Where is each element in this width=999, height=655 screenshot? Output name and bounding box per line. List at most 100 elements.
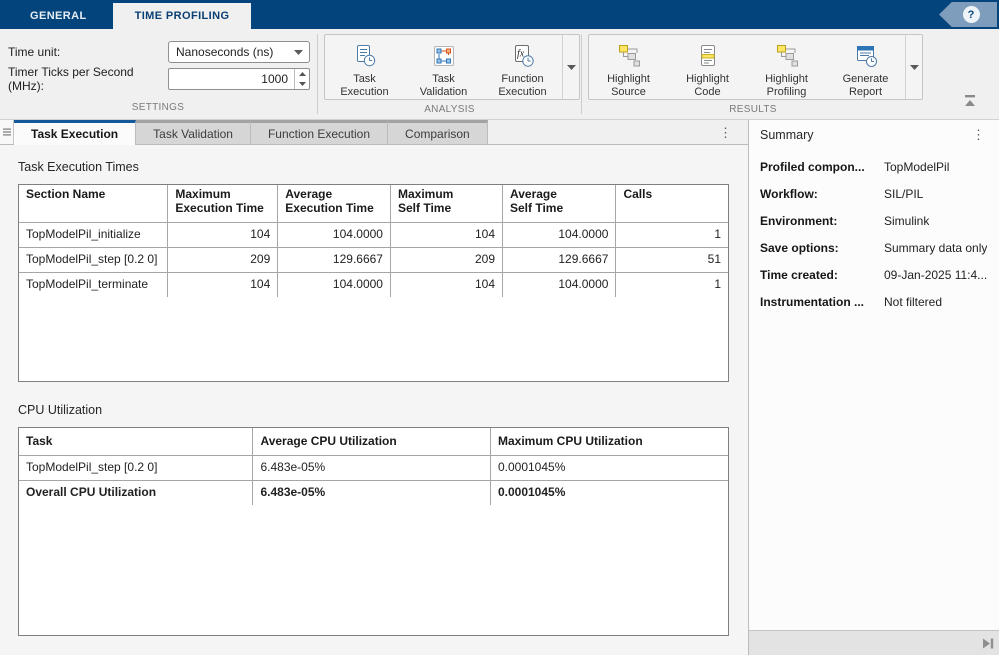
highlight-source-button[interactable]: Highlight Source	[589, 35, 668, 99]
task-execution-icon	[352, 43, 378, 69]
highlight-code-label-1: Highlight	[686, 73, 729, 86]
spinner-up-icon	[299, 72, 306, 76]
toolstrip-tab-time-profiling-label: TIME PROFILING	[135, 10, 230, 22]
tab-task-validation-label: Task Validation	[153, 127, 233, 141]
col-task[interactable]: Task	[19, 428, 253, 455]
task-validation-label-2: Validation	[420, 86, 468, 99]
ribbon-divider	[317, 34, 318, 114]
settings-group: Time unit: Nanoseconds (ns) Timer Ticks …	[0, 29, 316, 119]
spinner-up-button[interactable]	[295, 69, 309, 79]
collapse-toolstrip-button[interactable]	[962, 94, 978, 112]
app-window: GENERAL TIME PROFILING ? Time unit: Nano…	[0, 0, 999, 655]
summary-header: Summary ⋮	[749, 120, 999, 146]
toolstrip-titlebar: GENERAL TIME PROFILING ?	[0, 0, 999, 29]
analysis-body: Task Execution Task	[319, 29, 580, 104]
summary-options-button[interactable]: ⋮	[968, 127, 989, 142]
task-validation-button[interactable]: Task Validation	[404, 35, 483, 99]
spinner-down-icon	[299, 82, 306, 86]
table-row[interactable]: TopModelPil_terminate 104 104.0000 104 1…	[19, 272, 728, 297]
highlight-code-label-2: Code	[694, 86, 720, 99]
col-max-self-time[interactable]: MaximumSelf Time	[390, 185, 502, 222]
results-body: Highlight Source Highlight	[583, 29, 923, 104]
exec-times-table: Section Name MaximumExecution Time Avera…	[19, 185, 728, 297]
results-group: Highlight Source Highlight	[583, 29, 923, 119]
function-execution-button[interactable]: fx Function Execution	[483, 35, 562, 99]
col-section-name[interactable]: Section Name	[19, 185, 168, 222]
cell-task: Overall CPU Utilization	[19, 480, 253, 505]
table-row[interactable]: TopModelPil_initialize 104 104.0000 104 …	[19, 222, 728, 247]
col-calls[interactable]: Calls	[616, 185, 728, 222]
tab-comparison[interactable]: Comparison	[388, 120, 488, 144]
table-row[interactable]: TopModelPil_step [0.2 0] 6.483e-05% 0.00…	[19, 455, 728, 480]
summary-footer-bar	[749, 630, 999, 655]
hamburger-icon	[3, 128, 11, 136]
highlight-source-icon	[616, 43, 642, 69]
col-avg-self-time[interactable]: AverageSelf Time	[503, 185, 616, 222]
analysis-caption: ANALYSIS	[319, 104, 580, 119]
tab-list-button[interactable]	[0, 120, 14, 144]
cpu-table-container[interactable]: Task Average CPU Utilization Maximum CPU…	[18, 427, 729, 636]
summary-value: 09-Jan-2025 11:4...	[884, 266, 987, 284]
time-unit-label: Time unit:	[8, 45, 168, 59]
document-area: Task Execution Task Validation Function …	[0, 120, 748, 655]
timer-ticks-input[interactable]: 1000	[168, 68, 310, 90]
cell-max-self: 104	[390, 272, 502, 297]
cell-avg-self: 104.0000	[503, 272, 616, 297]
analysis-more-button[interactable]	[562, 35, 579, 99]
cell-calls: 1	[616, 272, 728, 297]
expand-panel-icon[interactable]	[982, 638, 994, 649]
summary-row: Instrumentation ... Not filtered	[760, 293, 991, 311]
generate-report-button[interactable]: Generate Report	[826, 35, 905, 99]
col-max-cpu[interactable]: Maximum CPU Utilization	[490, 428, 728, 455]
tab-function-execution[interactable]: Function Execution	[251, 120, 388, 144]
toolstrip-tab-time-profiling[interactable]: TIME PROFILING	[113, 3, 252, 29]
table-row-overall[interactable]: Overall CPU Utilization 6.483e-05% 0.000…	[19, 480, 728, 505]
summary-row: Profiled compon... TopModelPil	[760, 158, 991, 176]
cell-avg-cpu: 6.483e-05%	[253, 455, 491, 480]
task-execution-button[interactable]: Task Execution	[325, 35, 404, 99]
results-caption: RESULTS	[583, 104, 923, 119]
tabbar-options-button[interactable]: ⋮	[715, 125, 736, 140]
highlight-profiling-label-1: Highlight	[765, 73, 808, 86]
tab-task-validation[interactable]: Task Validation	[136, 120, 251, 144]
toolstrip-tab-general-label: GENERAL	[30, 10, 87, 22]
time-unit-dropdown[interactable]: Nanoseconds (ns)	[168, 41, 310, 63]
col-avg-exec-time[interactable]: AverageExecution Time	[278, 185, 391, 222]
task-validation-icon	[431, 43, 457, 69]
cell-max-self: 104	[390, 222, 502, 247]
tab-comparison-label: Comparison	[405, 127, 470, 141]
collapse-toolstrip-icon	[962, 94, 978, 107]
summary-title: Summary	[760, 128, 813, 142]
results-more-button[interactable]	[905, 35, 922, 99]
ribbon-divider	[581, 34, 582, 114]
cell-avg-cpu: 6.483e-05%	[253, 480, 491, 505]
document-tabbar: Task Execution Task Validation Function …	[0, 120, 748, 145]
exec-times-title: Task Execution Times	[18, 160, 729, 174]
col-max-exec-time[interactable]: MaximumExecution Time	[168, 185, 278, 222]
summary-row: Time created: 09-Jan-2025 11:4...	[760, 266, 991, 284]
main-area: Task Execution Task Validation Function …	[0, 120, 999, 655]
analysis-cluster: Task Execution Task	[324, 34, 580, 100]
function-execution-icon: fx	[510, 43, 536, 69]
tab-task-execution[interactable]: Task Execution	[14, 120, 136, 145]
spinner-down-button[interactable]	[295, 79, 309, 89]
highlight-profiling-button[interactable]: Highlight Profiling	[747, 35, 826, 99]
highlight-code-button[interactable]: Highlight Code	[668, 35, 747, 99]
tab-function-execution-label: Function Execution	[268, 127, 370, 141]
cell-max-self: 209	[390, 247, 502, 272]
summary-label: Time created:	[760, 266, 884, 284]
toolstrip-tab-general[interactable]: GENERAL	[8, 3, 109, 29]
help-button[interactable]: ?	[939, 2, 997, 27]
tab-task-execution-label: Task Execution	[31, 127, 118, 141]
cell-max-cpu: 0.0001045%	[490, 455, 728, 480]
summary-row: Workflow: SIL/PIL	[760, 185, 991, 203]
cell-section-name: TopModelPil_initialize	[19, 222, 168, 247]
exec-times-table-container[interactable]: Section Name MaximumExecution Time Avera…	[18, 184, 729, 382]
summary-value: Summary data only	[884, 239, 987, 257]
summary-label: Workflow:	[760, 185, 884, 203]
cell-max-exec: 104	[168, 272, 278, 297]
cell-calls: 1	[616, 222, 728, 247]
summary-row: Environment: Simulink	[760, 212, 991, 230]
col-avg-cpu[interactable]: Average CPU Utilization	[253, 428, 491, 455]
table-row[interactable]: TopModelPil_step [0.2 0] 209 129.6667 20…	[19, 247, 728, 272]
